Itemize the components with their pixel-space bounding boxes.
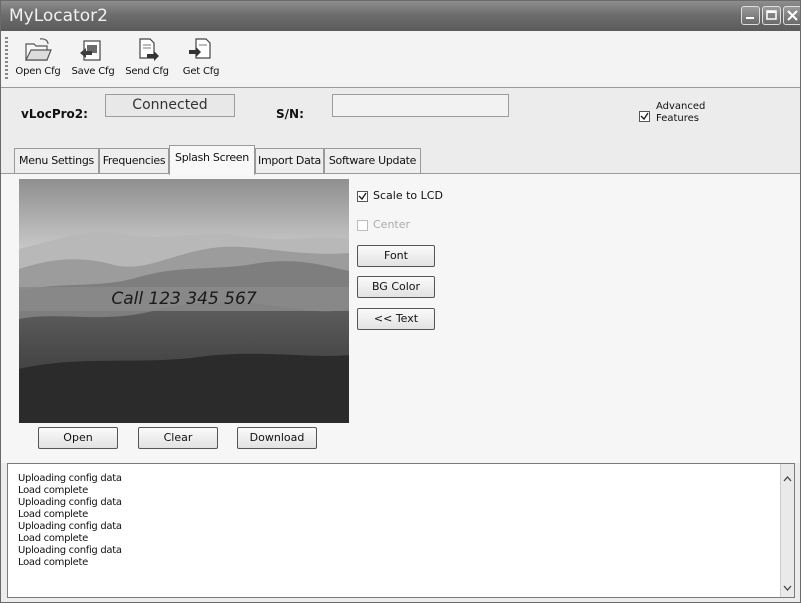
serial-label: S/N: xyxy=(276,107,304,121)
send-cfg-button[interactable]: Send Cfg xyxy=(119,33,175,85)
maximize-icon xyxy=(766,10,777,20)
window-title: MyLocator2 xyxy=(9,6,108,26)
title-bar[interactable]: MyLocator2 xyxy=(1,1,800,31)
scroll-up-icon[interactable] xyxy=(781,472,794,486)
maximize-button[interactable] xyxy=(762,6,781,25)
save-cfg-label: Save Cfg xyxy=(71,66,115,77)
text-button[interactable]: << Text xyxy=(357,308,435,330)
log-line: Load complete xyxy=(18,485,88,496)
log-line: Uploading config data xyxy=(18,497,122,508)
log-lines: Uploading config data Load complete Uplo… xyxy=(18,473,122,569)
open-cfg-button[interactable]: Open Cfg xyxy=(10,33,66,85)
advanced-label-line1: Advanced xyxy=(656,101,706,112)
font-button[interactable]: Font xyxy=(357,245,435,267)
tab-splash-screen[interactable]: Splash Screen xyxy=(169,145,255,175)
send-cfg-label: Send Cfg xyxy=(125,66,169,77)
splash-preview-image[interactable]: Call 123 345 567 xyxy=(19,179,349,423)
device-status-row: vLocPro2: Connected S/N: Advanced Featur… xyxy=(1,88,800,144)
scale-to-lcd-label: Scale to LCD xyxy=(373,189,443,202)
scale-to-lcd-checkbox[interactable] xyxy=(357,191,368,202)
open-image-button[interactable]: Open xyxy=(38,427,118,449)
tab-menu-settings[interactable]: Menu Settings xyxy=(14,148,99,173)
open-cfg-label: Open Cfg xyxy=(15,66,61,77)
center-label: Center xyxy=(373,218,411,231)
log-line: Uploading config data xyxy=(18,521,122,532)
get-cfg-label: Get Cfg xyxy=(182,66,220,77)
minimize-button[interactable] xyxy=(741,6,760,25)
log-line: Load complete xyxy=(18,509,88,520)
log-line: Load complete xyxy=(18,533,88,544)
folder-open-icon xyxy=(25,38,52,61)
toolbar: Open Cfg Save Cfg Send Cfg Get Cfg xyxy=(1,31,800,88)
log-line: Load complete xyxy=(18,557,88,568)
save-icon xyxy=(80,40,101,61)
device-label: vLocPro2: xyxy=(21,107,88,121)
advanced-features-checkbox[interactable] xyxy=(639,111,650,122)
download-button[interactable]: Download xyxy=(237,427,317,449)
log-output[interactable]: Uploading config data Load complete Uplo… xyxy=(7,463,795,598)
clear-image-button[interactable]: Clear xyxy=(138,427,218,449)
checkmark-icon xyxy=(640,112,649,121)
close-icon xyxy=(787,10,798,21)
tab-frequencies[interactable]: Frequencies xyxy=(99,148,169,173)
checkmark-icon xyxy=(358,192,367,201)
advanced-features-label: Advanced Features xyxy=(656,101,705,125)
scroll-down-icon[interactable] xyxy=(781,581,794,595)
close-button[interactable] xyxy=(783,6,800,25)
get-document-icon xyxy=(189,38,211,59)
advanced-label-line2: Features xyxy=(656,113,699,124)
bg-color-button[interactable]: BG Color xyxy=(357,276,435,298)
center-checkbox[interactable] xyxy=(357,220,368,231)
tab-software-update[interactable]: Software Update xyxy=(324,148,421,173)
toolbar-grip[interactable] xyxy=(5,37,8,81)
log-scrollbar[interactable] xyxy=(780,464,794,597)
splash-screen-panel: Call 123 345 567 Open Clear Download Sca… xyxy=(1,174,800,463)
serial-number-field[interactable] xyxy=(332,94,509,117)
tab-import-data[interactable]: Import Data xyxy=(255,148,324,173)
connection-status-field: Connected xyxy=(105,94,235,117)
app-window: MyLocator2 Open Cfg Save Cfg Send Cfg Ge… xyxy=(0,0,801,603)
log-line: Uploading config data xyxy=(18,473,122,484)
get-cfg-button[interactable]: Get Cfg xyxy=(173,33,229,85)
send-document-icon xyxy=(139,38,159,61)
minimize-icon xyxy=(746,17,754,19)
splash-overlay-text: Call 123 345 567 xyxy=(111,289,257,309)
save-cfg-button[interactable]: Save Cfg xyxy=(65,33,121,85)
log-line: Uploading config data xyxy=(18,545,122,556)
